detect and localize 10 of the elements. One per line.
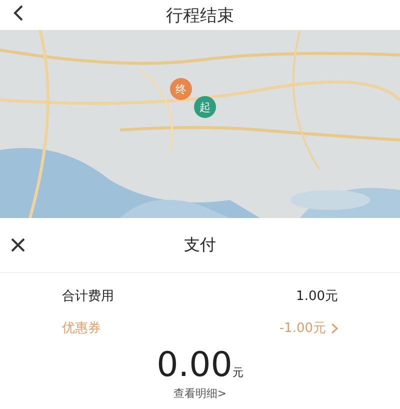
currency-unit: 元 bbox=[232, 365, 244, 380]
sheet-title: 支付 bbox=[184, 234, 216, 256]
page-title: 行程结束 bbox=[166, 4, 234, 26]
fee-value: 1.00元 bbox=[296, 288, 338, 305]
fee-label: 优惠券 bbox=[62, 320, 101, 337]
details-link[interactable]: 查看明细> bbox=[173, 386, 227, 402]
fee-label: 合计费用 bbox=[62, 288, 114, 305]
total-amount: 0.00 bbox=[156, 347, 232, 384]
back-icon[interactable] bbox=[12, 4, 24, 22]
close-icon[interactable] bbox=[11, 238, 25, 252]
